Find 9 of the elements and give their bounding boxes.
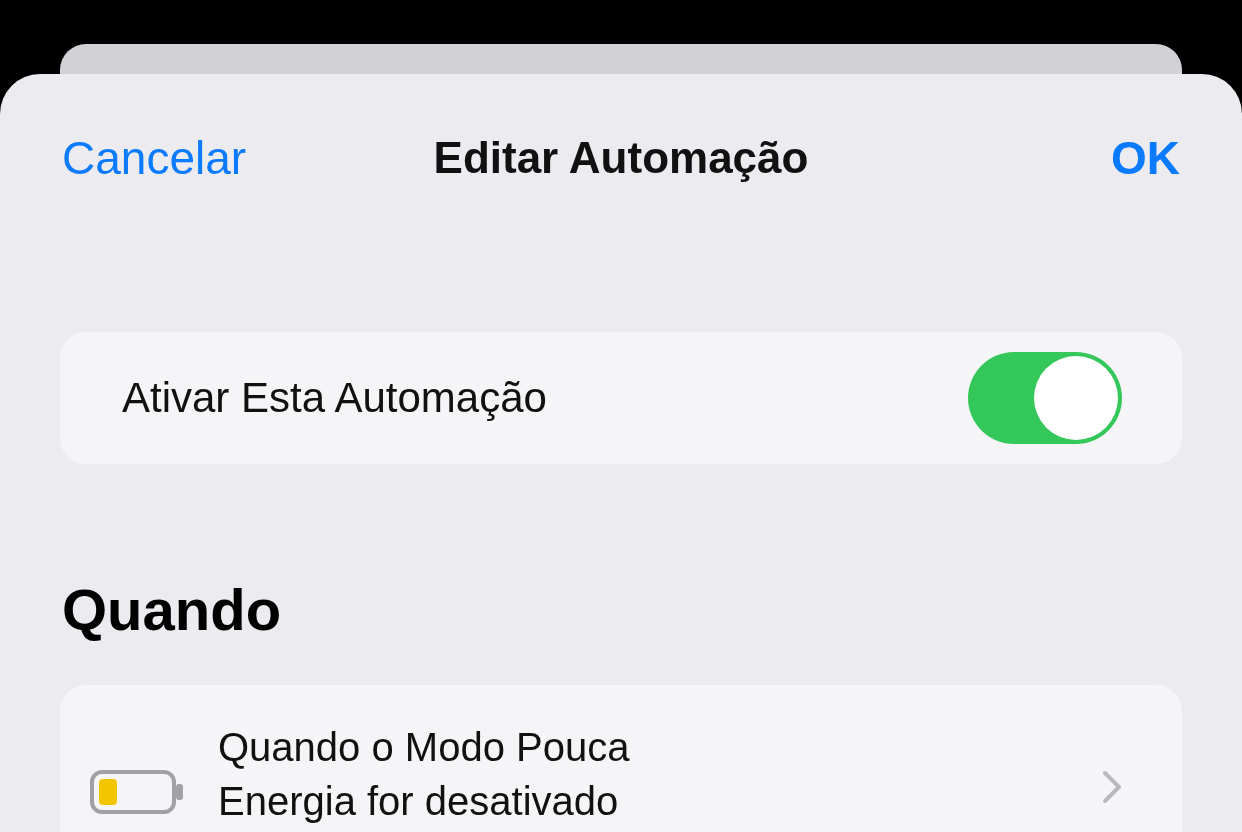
cancel-button[interactable]: Cancelar bbox=[62, 131, 247, 185]
section-heading: Quando bbox=[62, 576, 283, 644]
trigger-text: Quando o Modo Pouca Energia for desativado bbox=[218, 724, 631, 825]
ok-button[interactable]: OK bbox=[1111, 131, 1180, 185]
sheet-title: Editar Automação bbox=[433, 133, 809, 183]
chevron-icon bbox=[1102, 770, 1122, 804]
row-label: Ativar Esta Automação bbox=[122, 374, 547, 422]
battery-icon bbox=[90, 770, 186, 814]
trigger-row[interactable]: Quando o Modo Pouca Energia for desativado bbox=[60, 685, 1182, 832]
